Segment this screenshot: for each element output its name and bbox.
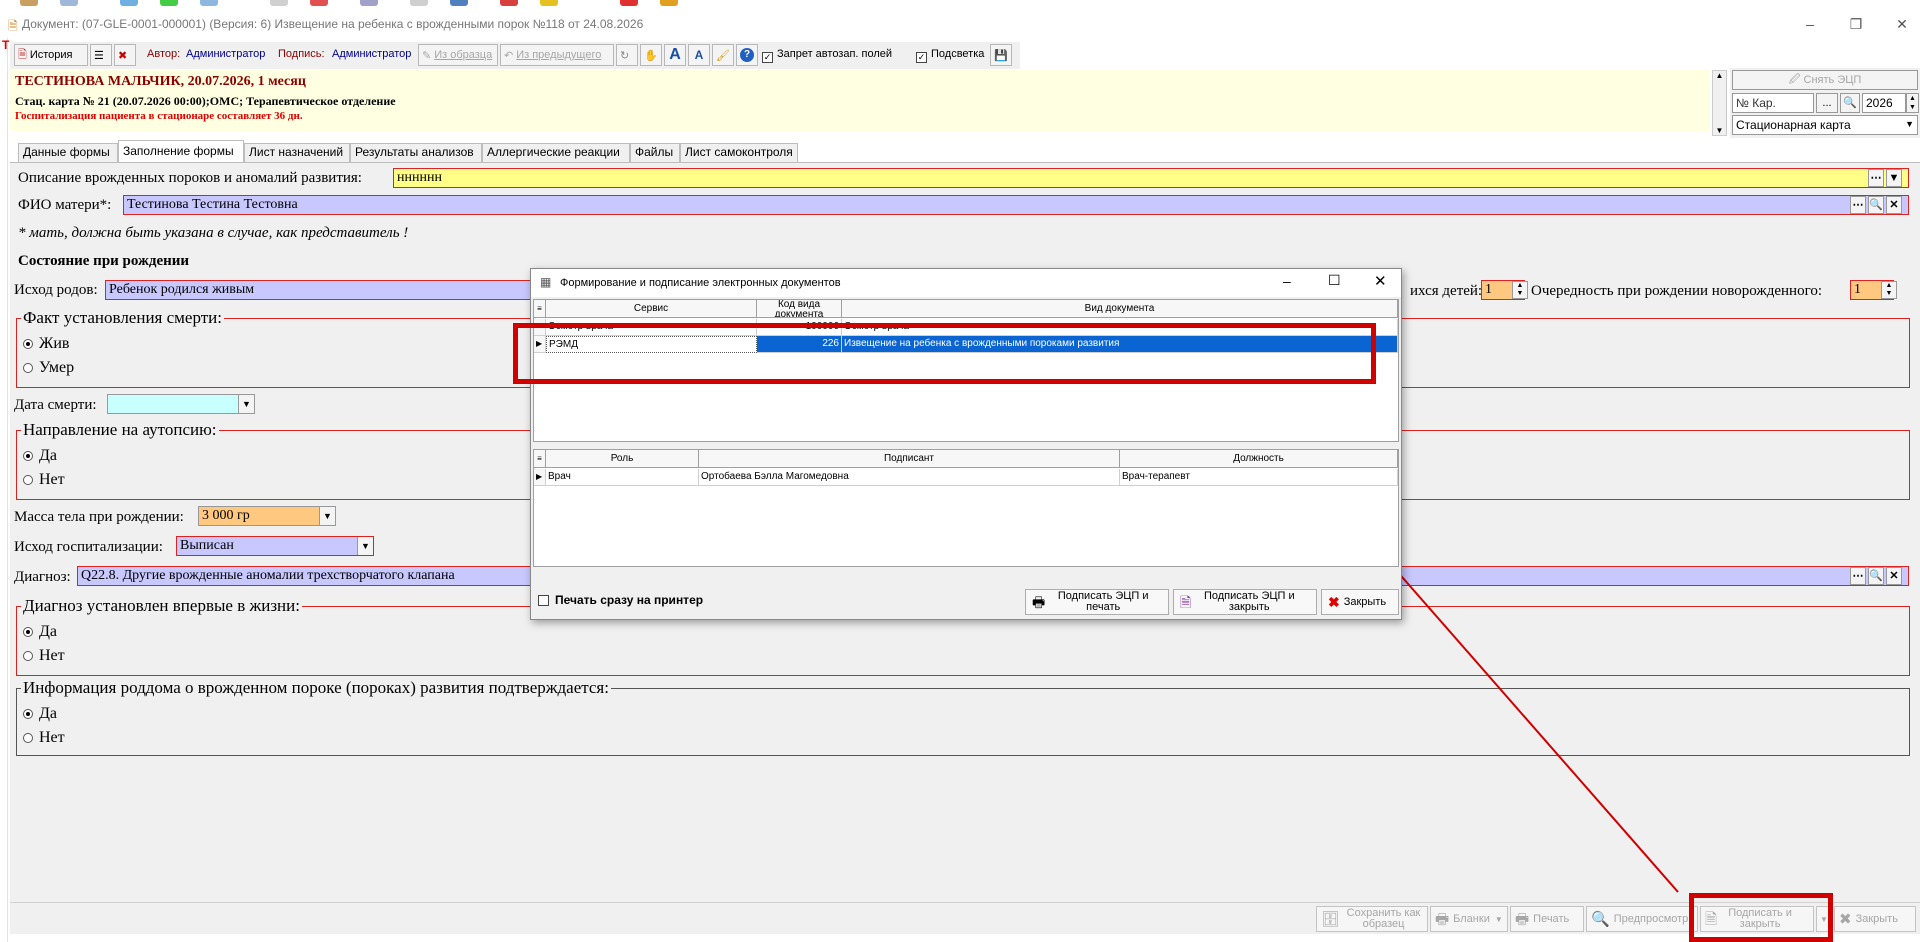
col-signer: Подписант xyxy=(699,450,1120,468)
col-service: Сервис xyxy=(546,300,757,318)
sign-icon: 🗎 xyxy=(1180,593,1192,610)
col-doc-code: Код вида документа xyxy=(757,300,842,318)
row-indicator-current: ▶ xyxy=(534,469,546,486)
maximize-icon[interactable]: ☐ xyxy=(1328,272,1341,289)
dialog-title: Формирование и подписание электронных до… xyxy=(560,277,841,289)
highlight-box-documents xyxy=(513,323,1376,384)
print-now-checkbox[interactable] xyxy=(538,595,549,609)
table-cell-position[interactable]: Врач-терапевт xyxy=(1120,469,1398,486)
dialog-close-button[interactable]: ✖ Закрыть xyxy=(1321,589,1399,615)
print-now-label: Печать сразу на принтер xyxy=(555,593,704,607)
printer-icon: 🖶 xyxy=(1032,593,1046,610)
grid-icon: ▦ xyxy=(540,275,552,289)
close-icon: ✖ xyxy=(1328,593,1340,610)
col-doc-type: Вид документа xyxy=(842,300,1398,318)
sign-documents-dialog: ▦ Формирование и подписание электронных … xyxy=(530,268,1402,620)
sign-close-dialog-button[interactable]: 🗎 Подписать ЭЦП и закрыть xyxy=(1173,589,1317,615)
sign-print-button[interactable]: 🖶 Подписать ЭЦП и печать xyxy=(1025,589,1169,615)
col-position: Должность xyxy=(1120,450,1398,468)
close-icon[interactable]: ✕ xyxy=(1374,272,1387,290)
grid-corner: ≡ xyxy=(534,300,546,318)
signers-grid: ≡ Роль Подписант Должность ▶ Врач Ортоба… xyxy=(533,449,1399,567)
highlight-box-sign-close xyxy=(1689,893,1833,942)
table-cell-role[interactable]: Врач xyxy=(546,469,699,486)
grid-corner: ≡ xyxy=(534,450,546,468)
table-cell-signer[interactable]: Ортобаева Бэлла Магомедовна xyxy=(699,469,1120,486)
dialog-titlebar: ▦ Формирование и подписание электронных … xyxy=(531,269,1401,297)
minimize-icon[interactable]: – xyxy=(1283,273,1291,289)
col-role: Роль xyxy=(546,450,699,468)
